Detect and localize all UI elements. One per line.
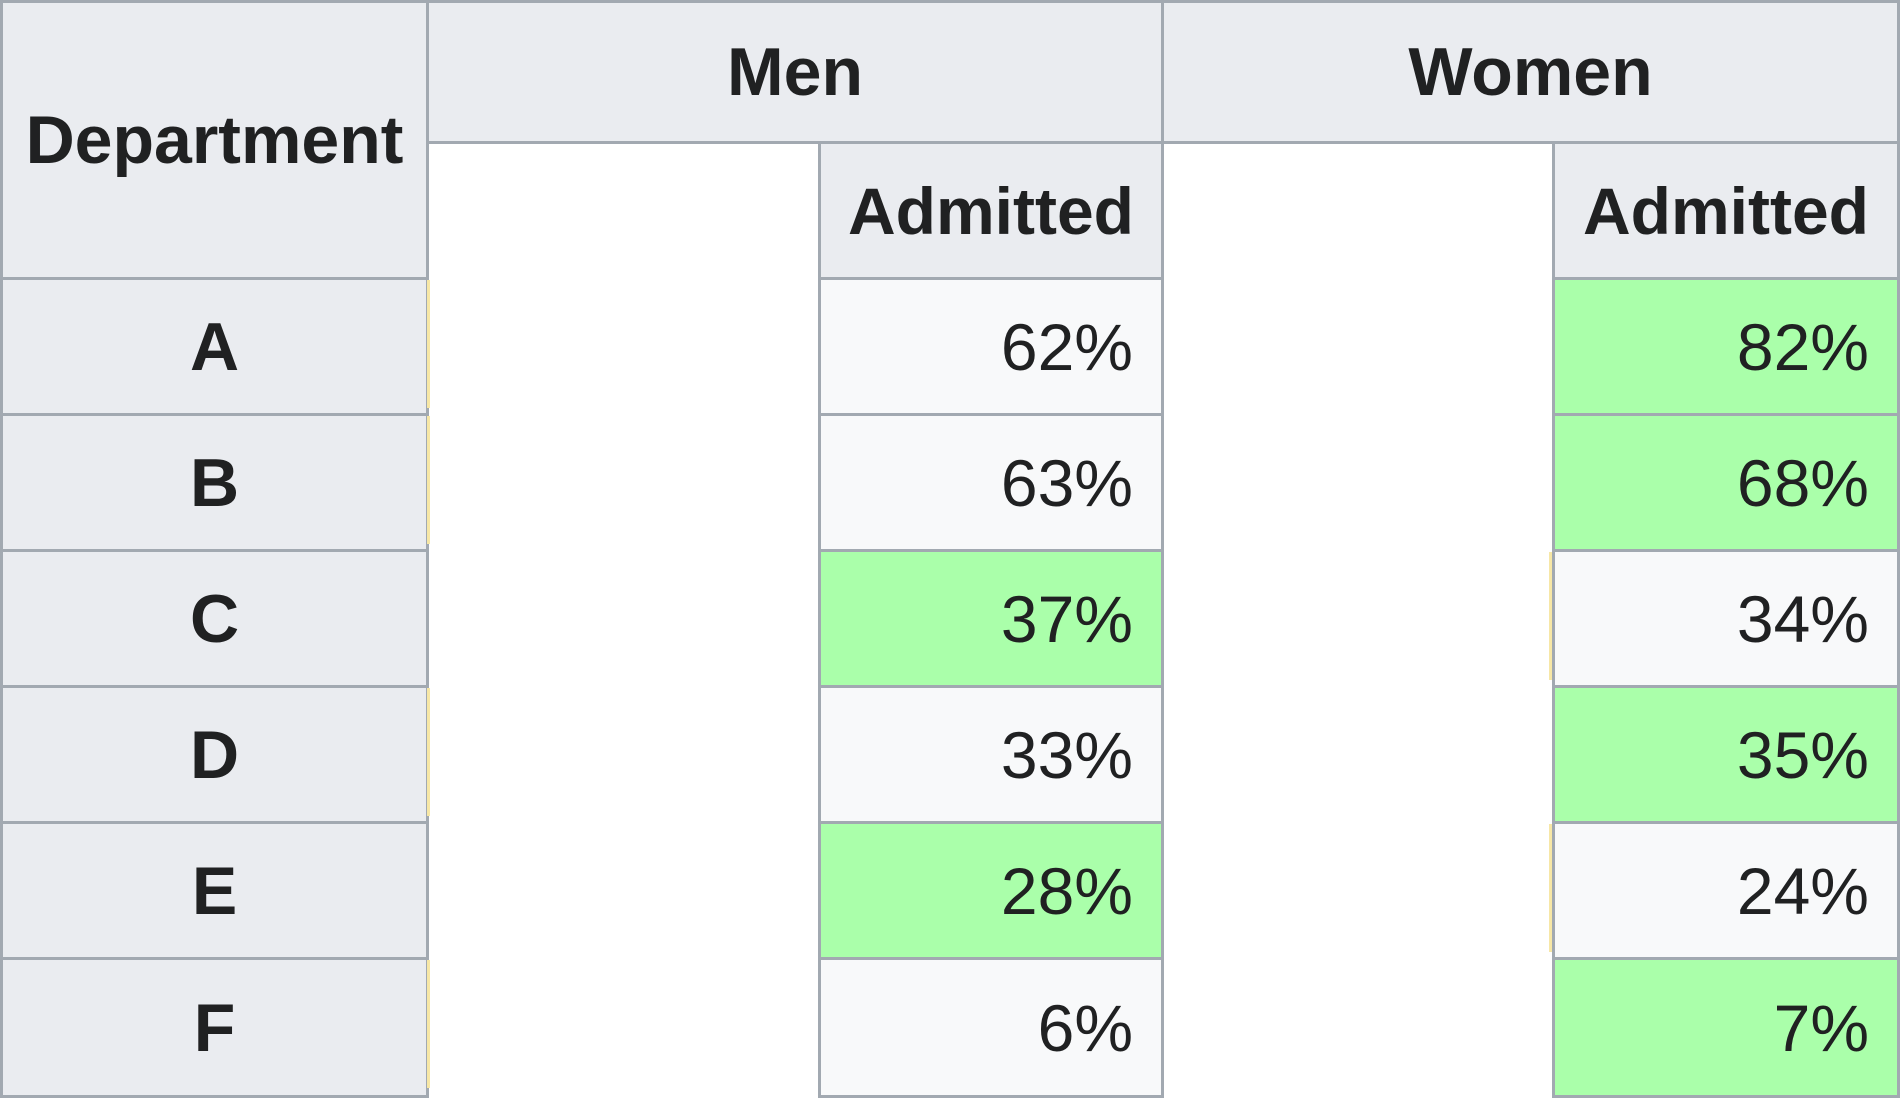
women-admitted-header: Admitted bbox=[1552, 141, 1900, 280]
edge-accent bbox=[427, 688, 430, 816]
women-admitted-cell: 35% bbox=[1552, 685, 1900, 824]
men-admitted-header: Admitted bbox=[818, 141, 1164, 280]
department-header: Department bbox=[0, 0, 429, 280]
men-admitted-cell: 6% bbox=[818, 957, 1164, 1098]
edge-accent bbox=[427, 960, 430, 1088]
men-admitted-cell: 28% bbox=[818, 821, 1164, 960]
women-admitted-cell: 68% bbox=[1552, 413, 1900, 552]
edge-accent bbox=[1549, 824, 1552, 952]
men-header: Men bbox=[426, 0, 1164, 144]
women-header: Women bbox=[1161, 0, 1900, 144]
admissions-table: Department Men Women Admitted Admitted A… bbox=[0, 0, 1900, 1098]
edge-accent bbox=[427, 280, 430, 408]
edge-accent bbox=[427, 416, 430, 544]
women-blank-header-area bbox=[1164, 144, 1554, 1098]
men-admitted-cell: 33% bbox=[818, 685, 1164, 824]
department-cell: A bbox=[0, 277, 429, 416]
men-blank-header-area bbox=[429, 144, 819, 1098]
men-admitted-cell: 63% bbox=[818, 413, 1164, 552]
department-cell: E bbox=[0, 821, 429, 960]
women-admitted-cell: 34% bbox=[1552, 549, 1900, 688]
department-cell: B bbox=[0, 413, 429, 552]
department-cell: F bbox=[0, 957, 429, 1098]
women-admitted-cell: 82% bbox=[1552, 277, 1900, 416]
department-cell: D bbox=[0, 685, 429, 824]
edge-accent bbox=[1549, 552, 1552, 680]
men-admitted-cell: 37% bbox=[818, 549, 1164, 688]
men-admitted-cell: 62% bbox=[818, 277, 1164, 416]
women-admitted-cell: 7% bbox=[1552, 957, 1900, 1098]
women-admitted-cell: 24% bbox=[1552, 821, 1900, 960]
department-cell: C bbox=[0, 549, 429, 688]
